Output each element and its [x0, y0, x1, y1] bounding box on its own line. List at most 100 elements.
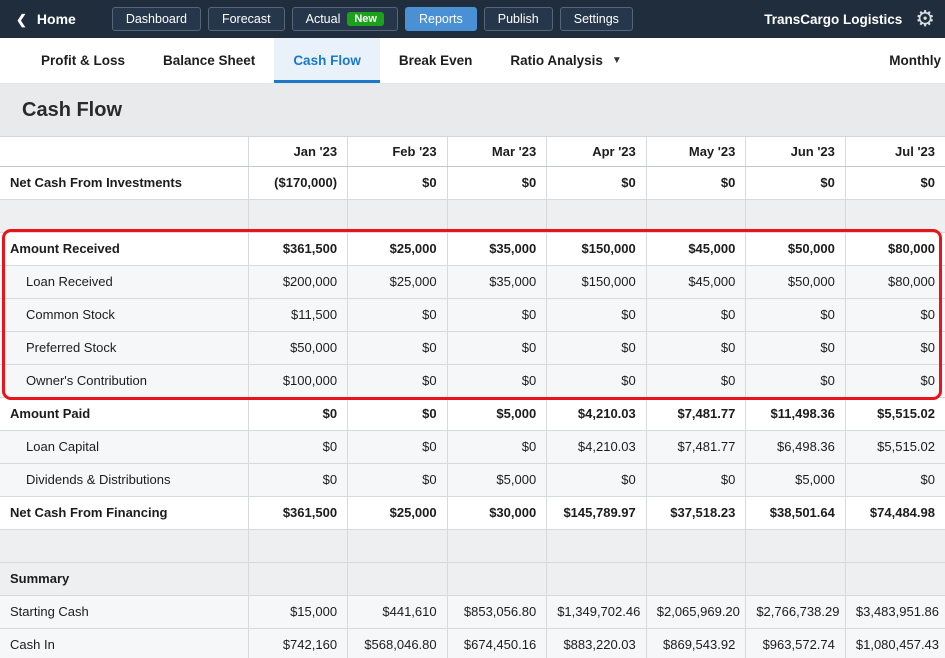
- nav-label: Reports: [418, 12, 463, 26]
- top-nav: Dashboard Forecast Actual New Reports Publish…: [111, 7, 633, 31]
- tab-cash-flow[interactable]: Cash Flow: [274, 38, 380, 83]
- cell: $25,000: [347, 265, 448, 299]
- gear-icon[interactable]: ⚙: [915, 8, 935, 30]
- cell: $0: [646, 166, 747, 200]
- cell: $0: [745, 166, 846, 200]
- cell: $0: [845, 298, 945, 332]
- row-label: Preferred Stock: [0, 331, 249, 365]
- cell: [745, 562, 846, 596]
- cell: [646, 529, 747, 563]
- row-label: Amount Paid: [0, 397, 249, 431]
- column-header-feb-23: Feb '23: [347, 137, 448, 167]
- brand-name: TransCargo Logistics: [764, 11, 903, 27]
- cell: $50,000: [745, 265, 846, 299]
- cell: [248, 562, 349, 596]
- row-label: Cash In: [0, 628, 249, 658]
- cell: $50,000: [248, 331, 349, 365]
- cell: $0: [447, 430, 548, 464]
- nav-publish-button[interactable]: Publish: [483, 7, 553, 31]
- cell: $0: [447, 331, 548, 365]
- nav-label: Actual: [305, 12, 341, 26]
- top-navigation-bar: ❮ Home Dashboard Forecast Actual New Reports…: [0, 0, 945, 38]
- new-badge: New: [347, 12, 384, 26]
- nav-settings-button[interactable]: Settings: [559, 7, 633, 31]
- table-row-summary: Summary: [0, 562, 945, 596]
- nav-dashboard-button[interactable]: Dashboard: [111, 7, 201, 31]
- cell: $853,056.80: [447, 595, 548, 629]
- row-label: [0, 199, 249, 233]
- row-label: Common Stock: [0, 298, 249, 332]
- cell: [745, 529, 846, 563]
- cell: $742,160: [248, 628, 349, 658]
- cell: [447, 529, 548, 563]
- cell: [845, 529, 945, 563]
- nav-label: Forecast: [221, 12, 271, 26]
- home-button[interactable]: ❮ Home: [16, 11, 76, 27]
- cell: $0: [546, 463, 647, 497]
- cell: $74,484.98: [845, 496, 945, 530]
- row-label: Loan Capital: [0, 430, 249, 464]
- cell: [646, 562, 747, 596]
- tab-ratio-analysis[interactable]: Ratio Analysis ▼: [491, 38, 640, 83]
- period-selector[interactable]: Monthly: [889, 38, 945, 83]
- cell: $30,000: [447, 496, 548, 530]
- tab-balance-sheet[interactable]: Balance Sheet: [144, 38, 274, 83]
- cell: [745, 199, 846, 233]
- cell: $45,000: [646, 232, 747, 266]
- table-row-spacer: [0, 529, 945, 563]
- cell: $5,515.02: [845, 397, 945, 431]
- cell: [447, 199, 548, 233]
- column-header-mar-23: Mar '23: [447, 137, 548, 167]
- tab-break-even[interactable]: Break Even: [380, 38, 492, 83]
- cell: $15,000: [248, 595, 349, 629]
- cell: [546, 562, 647, 596]
- row-label: Dividends & Distributions: [0, 463, 249, 497]
- cell: [447, 562, 548, 596]
- column-header-may-23: May '23: [646, 137, 747, 167]
- cell: $7,481.77: [646, 397, 747, 431]
- cell: $0: [646, 298, 747, 332]
- cell: $0: [845, 463, 945, 497]
- cell: $0: [347, 364, 448, 398]
- cell: $0: [347, 463, 448, 497]
- cell: $5,515.02: [845, 430, 945, 464]
- cell: $0: [347, 397, 448, 431]
- cell: [646, 199, 747, 233]
- cell: $0: [447, 364, 548, 398]
- cell: $1,080,457.43: [845, 628, 945, 658]
- cell: $0: [347, 331, 448, 365]
- cell: $5,000: [447, 397, 548, 431]
- report-tabs: Profit & Loss Balance Sheet Cash Flow Break…: [22, 38, 641, 83]
- cell: $674,450.16: [447, 628, 548, 658]
- brand-area: TransCargo Logistics ⚙: [764, 8, 935, 30]
- page-title-band: Cash Flow: [0, 84, 945, 137]
- cell: $11,498.36: [745, 397, 846, 431]
- cell: $2,065,969.20: [646, 595, 747, 629]
- home-label: Home: [36, 11, 76, 27]
- cell: $0: [546, 364, 647, 398]
- cell: $0: [546, 166, 647, 200]
- cell: $0: [845, 166, 945, 200]
- tab-profit-loss[interactable]: Profit & Loss: [22, 38, 144, 83]
- cell: [845, 199, 945, 233]
- nav-forecast-button[interactable]: Forecast: [207, 7, 285, 31]
- nav-actual-button[interactable]: Actual New: [291, 7, 398, 31]
- cell: $2,766,738.29: [745, 595, 846, 629]
- table-row-preferred-stock: Preferred Stock $50,000 $0 $0 $0 $0 $0 $0: [0, 331, 945, 365]
- table-row-spacer: [0, 199, 945, 233]
- cell: $0: [845, 331, 945, 365]
- nav-reports-button[interactable]: Reports: [404, 7, 477, 31]
- row-label: Starting Cash: [0, 595, 249, 629]
- cell: $0: [845, 364, 945, 398]
- table-row-loan-received: Loan Received $200,000 $25,000 $35,000 $150,…: [0, 265, 945, 299]
- cell: $45,000: [646, 265, 747, 299]
- cell: $3,483,951.86: [845, 595, 945, 629]
- cell: ($170,000): [248, 166, 349, 200]
- cell: $361,500: [248, 496, 349, 530]
- column-header-jun-23: Jun '23: [745, 137, 846, 167]
- cell: $38,501.64: [745, 496, 846, 530]
- cell: $35,000: [447, 232, 548, 266]
- cell: $80,000: [845, 232, 945, 266]
- table-row-cash-in: Cash In $742,160 $568,046.80 $674,450.16 $88…: [0, 628, 945, 658]
- tab-label: Profit & Loss: [41, 53, 126, 68]
